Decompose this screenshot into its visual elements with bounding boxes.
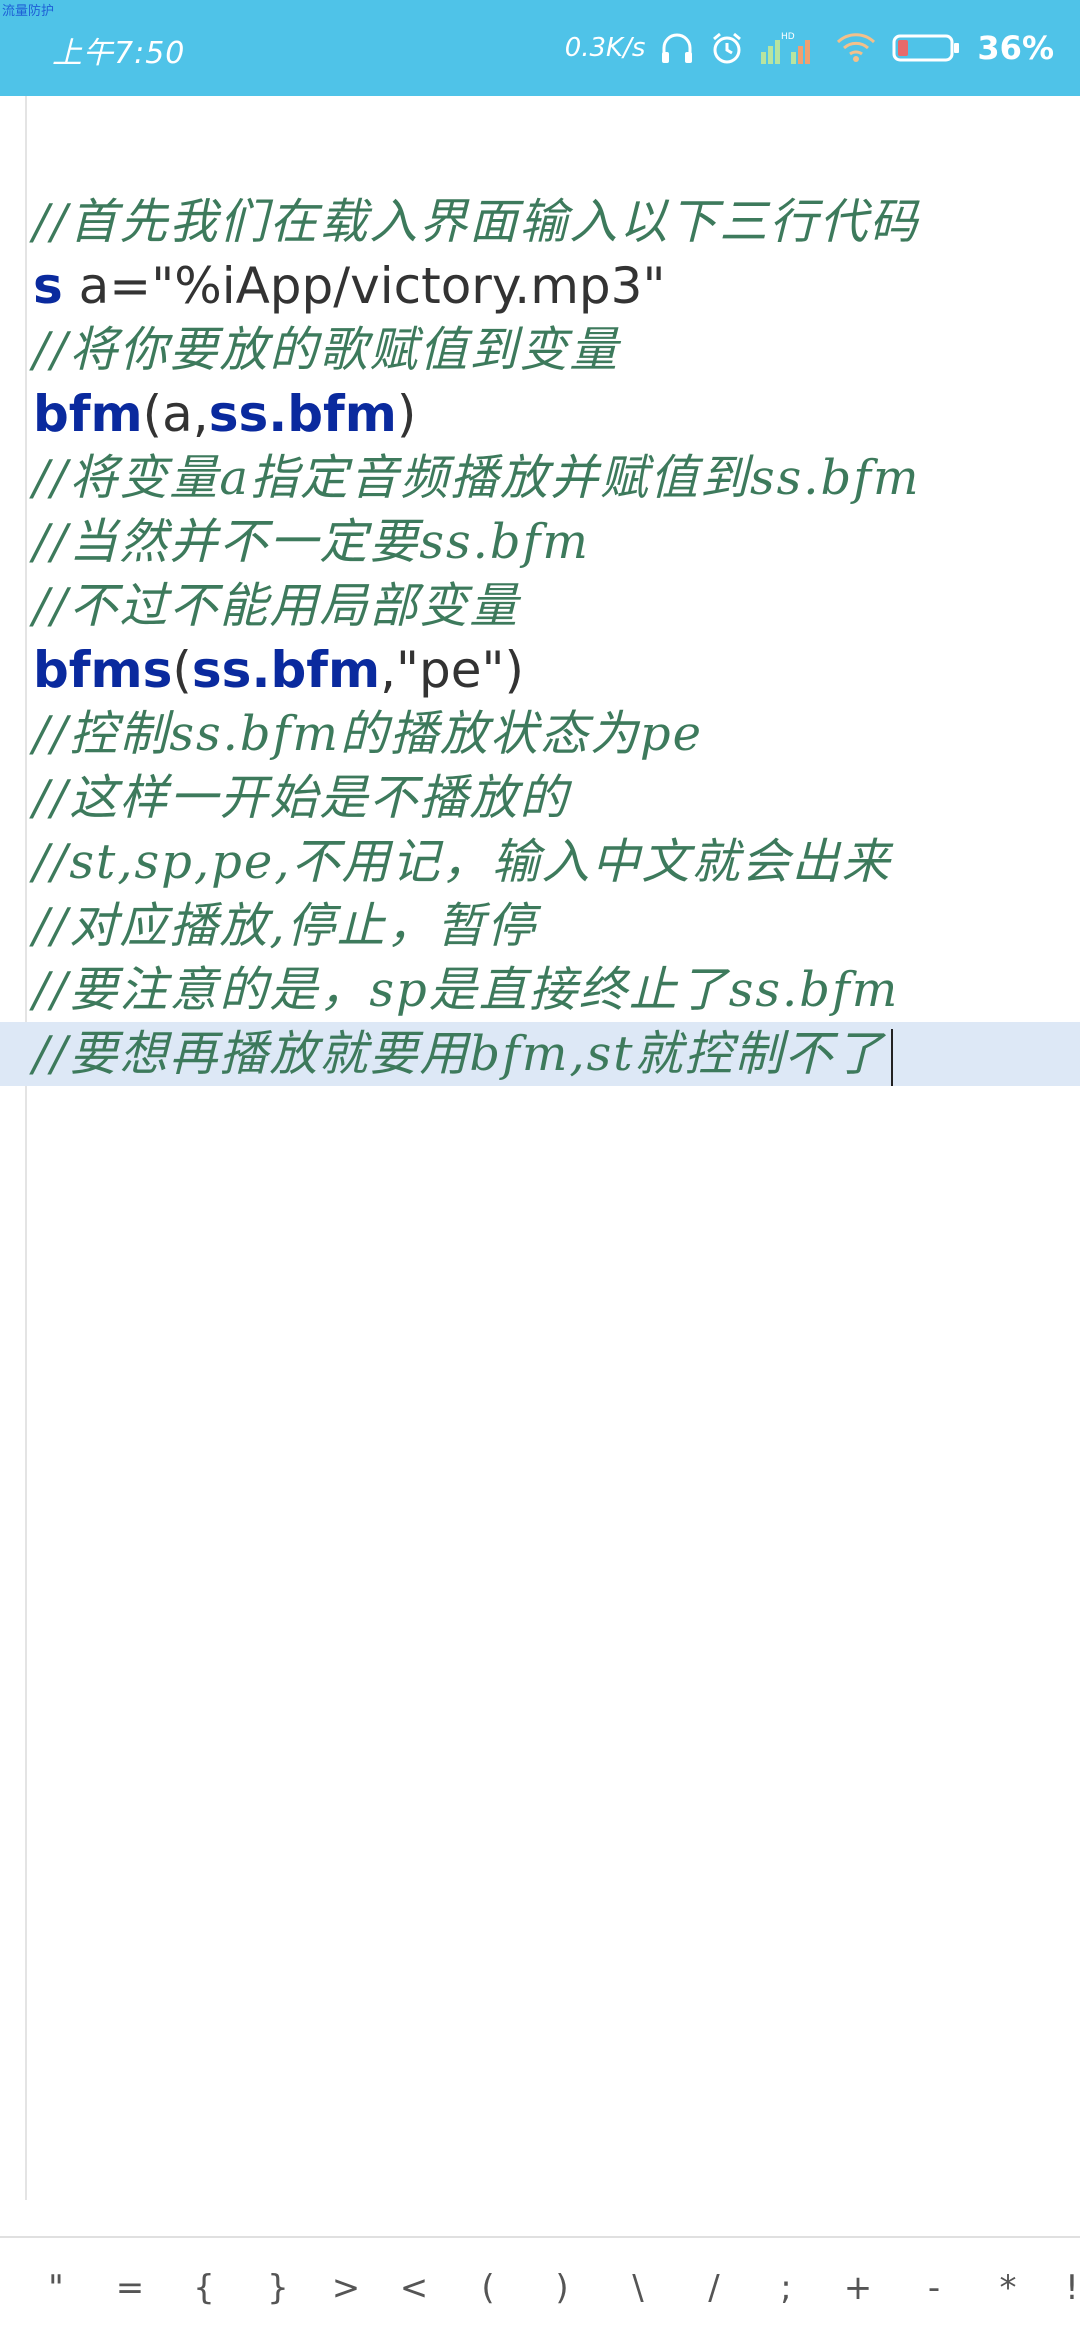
symbol-key-slash[interactable]: / [684, 2258, 744, 2318]
code-comment: //将你要放的歌赋值到变量 [33, 322, 620, 378]
code-comment: //这样一开始是不播放的 [33, 770, 570, 826]
keyword-token: bfm [33, 385, 143, 443]
wifi-icon [835, 30, 877, 66]
symbol-key-less[interactable]: < [384, 2258, 444, 2318]
keyword-token: s [33, 257, 63, 315]
alarm-icon [709, 30, 745, 66]
symbol-key-greater[interactable]: > [316, 2258, 376, 2318]
symbol-key-paren-open[interactable]: ( [458, 2258, 518, 2318]
traffic-label: 流量防护 [2, 4, 55, 19]
code-line[interactable]: //将变量a指定音频播放并赋值到ss.bfm [0, 446, 1080, 510]
current-code-line[interactable]: //要想再播放就要用bfm,st就控制不了 [0, 1022, 1080, 1086]
symbol-key-minus[interactable]: - [904, 2258, 964, 2318]
code-line[interactable]: //控制ss.bfm的播放状态为pe [0, 702, 1080, 766]
symbol-key-paren-close[interactable]: ) [532, 2258, 592, 2318]
code-line[interactable]: //不过不能用局部变量 [0, 574, 1080, 638]
symbol-key-equals[interactable]: = [100, 2258, 160, 2318]
code-line[interactable]: //当然并不一定要ss.bfm [0, 510, 1080, 574]
code-statement: s a="%iApp/victory.mp3" [33, 254, 665, 318]
current-line-text: //要想再播放就要用bfm,st就控制不了 [33, 1026, 885, 1082]
code-line[interactable]: //对应播放,停止，暂停 [0, 894, 1080, 958]
code-line[interactable]: bfms(ss.bfm,"pe") [0, 638, 1080, 702]
headphones-icon [659, 30, 695, 66]
code-statement: bfm(a,ss.bfm) [33, 382, 416, 446]
plain-token: a="%iApp/victory.mp3" [62, 257, 666, 315]
keyword-token: ss.bfm [191, 641, 381, 699]
symbol-key-exclamation[interactable]: ! [1042, 2258, 1080, 2318]
code-line[interactable]: //要注意的是，sp是直接终止了ss.bfm [0, 958, 1080, 1022]
symbol-bar: " = { } > < ( ) \ / ; + - * ! [0, 2236, 1080, 2342]
plain-token: (a, [142, 385, 209, 443]
status-bar: 流量防护 上午7:50 0.3K/s HD 36% [0, 0, 1080, 96]
battery-icon [891, 30, 963, 66]
symbol-key-asterisk[interactable]: * [978, 2258, 1038, 2318]
code-comment: //要注意的是，sp是直接终止了ss.bfm [33, 962, 900, 1018]
status-icons: 0.3K/s HD 36% [565, 22, 1054, 74]
symbol-key-semicolon[interactable]: ; [756, 2258, 816, 2318]
code-statement: bfms(ss.bfm,"pe") [33, 638, 524, 702]
text-cursor [890, 1028, 893, 1086]
symbol-key-brace-open[interactable]: { [174, 2258, 234, 2318]
code-comment: //将变量a指定音频播放并赋值到ss.bfm [33, 450, 921, 506]
battery-percent: 36% [977, 29, 1054, 67]
code-comment: //对应播放,停止，暂停 [33, 898, 537, 954]
code-comment: //控制ss.bfm的播放状态为pe [33, 706, 704, 762]
code-editor[interactable]: //首先我们在载入界面输入以下三行代码 s a="%iApp/victory.m… [0, 96, 1080, 2200]
code-line[interactable]: //这样一开始是不播放的 [0, 766, 1080, 830]
code-comment: //st,sp,pe,不用记，输入中文就会出来 [33, 834, 892, 890]
svg-text:HD: HD [781, 32, 795, 42]
code-line[interactable]: //st,sp,pe,不用记，输入中文就会出来 [0, 830, 1080, 894]
code-line[interactable]: //首先我们在载入界面输入以下三行代码 [0, 190, 1080, 254]
code-line[interactable]: bfm(a,ss.bfm) [0, 382, 1080, 446]
code-line[interactable]: s a="%iApp/victory.mp3" [0, 254, 1080, 318]
code-comment: //当然并不一定要ss.bfm [33, 514, 590, 570]
keyword-token: bfms [33, 641, 173, 699]
code-comment: //首先我们在载入界面输入以下三行代码 [33, 194, 920, 250]
plain-token: ,"pe") [380, 641, 524, 699]
symbol-key-quote[interactable]: " [26, 2258, 86, 2318]
plain-token: ) [396, 385, 417, 443]
symbol-key-brace-close[interactable]: } [248, 2258, 308, 2318]
code-line[interactable]: //将你要放的歌赋值到变量 [0, 318, 1080, 382]
code-comment: //不过不能用局部变量 [33, 578, 520, 634]
keyword-token: ss.bfm [208, 385, 397, 443]
symbol-key-backslash[interactable]: \ [608, 2258, 668, 2318]
network-speed: 0.3K/s [564, 33, 646, 63]
signal-icon: HD [759, 30, 821, 66]
status-time: 上午7:50 [52, 36, 186, 71]
code-comment: //要想再播放就要用bfm,st就控制不了 [33, 1022, 893, 1086]
plain-token: ( [172, 641, 192, 699]
symbol-key-plus[interactable]: + [828, 2258, 888, 2318]
